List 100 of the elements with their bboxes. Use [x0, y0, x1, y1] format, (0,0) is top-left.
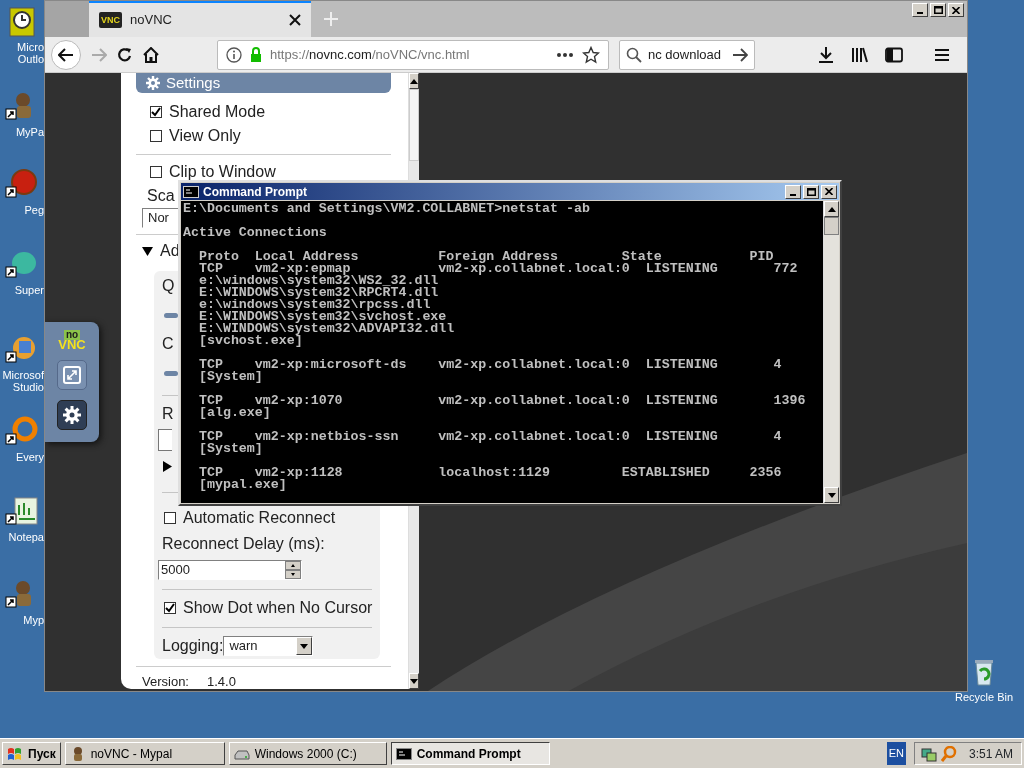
- setting-label: C: [162, 334, 174, 354]
- version-label: Version:: [142, 673, 189, 691]
- dropdown-field[interactable]: warn: [223, 636, 314, 656]
- console-line: [alg.exe]: [197, 407, 271, 419]
- console-line: e:\windows\system32\rpcss.dll: [197, 299, 431, 311]
- console-icon: [395, 745, 412, 762]
- more-icon[interactable]: [556, 51, 574, 58]
- start-button[interactable]: Пуск: [2, 742, 61, 765]
- console-line: E:\Documents and Settings\VM2.COLLABNET>netstat -ab: [183, 203, 591, 215]
- home-icon[interactable]: [143, 46, 159, 63]
- console-line: Proto Local Address Foreign Address State PID: [197, 251, 774, 263]
- console-line: TCP vm2-xp:1128 localhost:1129 ESTABLISHED 2356: [197, 467, 783, 479]
- minimize-button[interactable]: [912, 3, 928, 17]
- checkbox[interactable]: [150, 166, 162, 178]
- menu-icon[interactable]: [933, 46, 951, 63]
- maximize-button[interactable]: [803, 184, 819, 199]
- gear-icon: [146, 76, 160, 90]
- address-bar[interactable]: https://novnc.com/noVNC/vnc.html: [217, 39, 609, 70]
- icon-label: Micro Outlo: [16, 41, 44, 65]
- checkbox[interactable]: [164, 602, 176, 614]
- checkbox[interactable]: [150, 130, 162, 142]
- reload-icon[interactable]: [117, 46, 133, 63]
- ball-icon[interactable]: [5, 168, 39, 200]
- scrollbar[interactable]: [409, 73, 420, 180]
- minimize-button[interactable]: [785, 184, 801, 199]
- version-value: 1.4.0: [207, 673, 236, 691]
- icon-label: Recycle Bin: [954, 691, 1014, 703]
- setting-label: Q: [162, 276, 175, 296]
- close-icon: [825, 188, 833, 195]
- window-title: Command Prompt: [203, 183, 308, 201]
- collapsed-triangle-icon[interactable]: [162, 460, 173, 472]
- ring-icon[interactable]: [5, 415, 39, 447]
- slider-track[interactable]: [164, 370, 178, 376]
- console-line: TCP vm2-xp:1070 vm2-xp.collabnet.local:0 LISTENING 1396: [197, 395, 807, 407]
- chart-icon[interactable]: [5, 495, 39, 527]
- library-icon[interactable]: [851, 45, 869, 64]
- console-line: [svchost.exe]: [197, 335, 303, 347]
- close-icon[interactable]: [289, 14, 301, 26]
- download-icon[interactable]: [817, 45, 835, 64]
- scrollbar-thumb[interactable]: [409, 89, 420, 161]
- scroll-down-icon[interactable]: [827, 492, 836, 498]
- network-icon[interactable]: [920, 745, 937, 762]
- console-line: E:\WINDOWS\system32\RPCRT4.dll: [197, 287, 440, 299]
- icon-label: Notepa: [7, 531, 44, 543]
- minimize-icon: [790, 193, 796, 196]
- checkbox-label: Automatic Reconnect: [183, 508, 336, 528]
- expanded-triangle-icon[interactable]: [142, 245, 153, 257]
- console-line: e:\windows\system32\WS2_32.dll: [197, 275, 439, 287]
- settings-title: Settings: [166, 73, 221, 93]
- fullscreen-icon: [63, 366, 81, 384]
- taskbar-button[interactable]: noVNC - Mypal: [64, 742, 225, 765]
- icon-label: MyPa: [14, 126, 44, 138]
- padlock-icon: [250, 46, 262, 63]
- console-line: E:\WINDOWS\system32\ADVAPI32.dll: [197, 323, 456, 335]
- icon-label: Myp: [22, 614, 44, 626]
- setting-label: R: [162, 404, 174, 424]
- icon-label: Peg: [23, 204, 44, 216]
- checkbox[interactable]: [164, 512, 176, 524]
- close-icon: [952, 6, 960, 14]
- checkbox-label: Clip to Window: [169, 162, 276, 182]
- close-button[interactable]: [821, 184, 837, 199]
- console-line: [mypal.exe]: [197, 479, 287, 491]
- scroll-down-icon[interactable]: [410, 678, 419, 684]
- star-icon[interactable]: [582, 45, 600, 64]
- maximize-icon: [933, 6, 943, 14]
- fullscreen-button[interactable]: [57, 360, 87, 390]
- scrollbar[interactable]: [409, 505, 420, 689]
- check-icon: [165, 603, 175, 613]
- settings-icon: [63, 406, 81, 424]
- tab-title: noVNC: [130, 11, 173, 30]
- maximize-button[interactable]: [930, 3, 946, 17]
- number-field[interactable]: 5000: [158, 560, 302, 580]
- icon-label: Super: [13, 284, 44, 296]
- settings-button[interactable]: [57, 400, 87, 430]
- maximize-icon: [806, 187, 816, 196]
- text-field[interactable]: [158, 429, 172, 451]
- check-icon: [151, 107, 161, 117]
- taskbar-button[interactable]: Windows 2000 (C:): [228, 742, 387, 765]
- setting-label: Reconnect Delay (ms):: [162, 534, 325, 554]
- scroll-up-icon[interactable]: [827, 206, 836, 212]
- scrollbar[interactable]: [823, 201, 839, 503]
- console-icon: [183, 185, 199, 198]
- favicon: VNC: [99, 12, 122, 28]
- dropdown-arrow-icon: [300, 643, 309, 649]
- console-line: [System]: [197, 371, 263, 383]
- checkbox[interactable]: [150, 106, 162, 118]
- language-indicator[interactable]: EN: [886, 742, 906, 765]
- search-icon: [626, 46, 642, 63]
- scrollbar-thumb[interactable]: [824, 217, 839, 235]
- info-icon[interactable]: [226, 46, 242, 63]
- taskbar-button[interactable]: Command Prompt: [390, 742, 550, 765]
- slider-track[interactable]: [164, 312, 178, 318]
- browser-tab[interactable]: VNC noVNC: [89, 1, 311, 37]
- scroll-up-icon[interactable]: [410, 78, 419, 84]
- search-field[interactable]: nc download: [619, 39, 755, 70]
- back-button[interactable]: [51, 39, 81, 70]
- go-arrow-icon[interactable]: [732, 47, 748, 62]
- sidebar-icon[interactable]: [885, 46, 903, 63]
- close-button[interactable]: [948, 3, 964, 17]
- spinner-arrows-icon[interactable]: [285, 561, 301, 579]
